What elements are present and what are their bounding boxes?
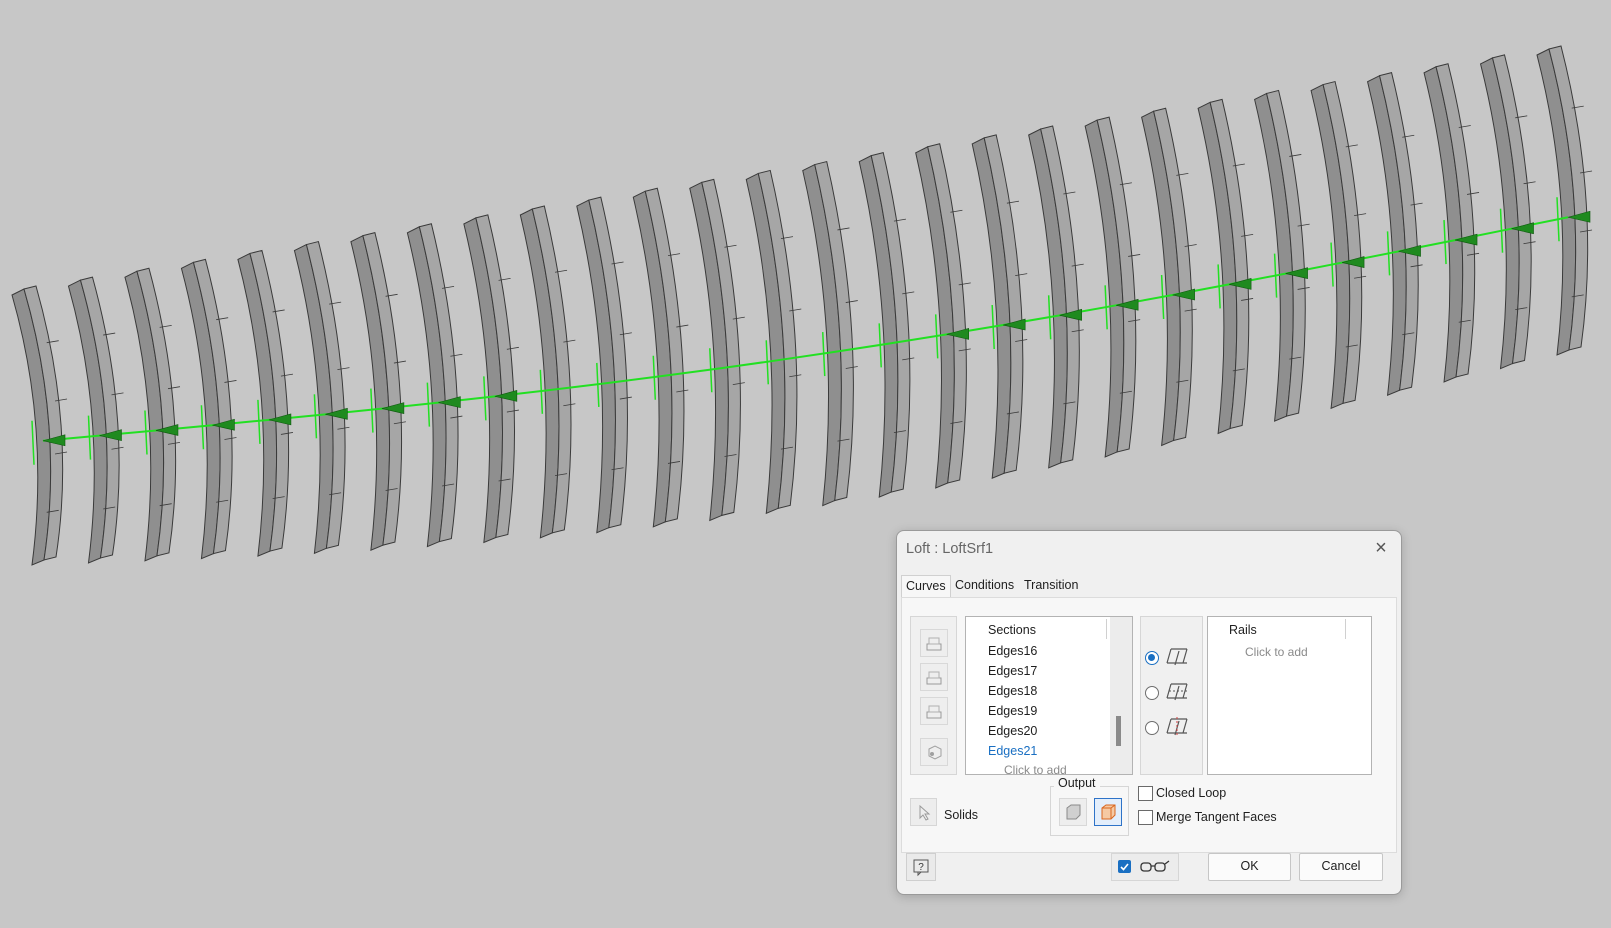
loft-centerline-icon	[1166, 683, 1188, 701]
rails-header: Rails	[1229, 623, 1257, 637]
output-label: Output	[1054, 776, 1100, 790]
loft-area-icon	[1166, 717, 1188, 737]
section-profile[interactable]	[971, 134, 1028, 480]
stack-up-icon	[926, 671, 942, 685]
section-profile[interactable]	[745, 169, 802, 515]
loft-mode-radio-rails[interactable]	[1145, 651, 1159, 665]
section-item[interactable]: Edges18	[988, 684, 1037, 698]
rails-add-hint[interactable]: Click to add	[1245, 645, 1308, 659]
merge-tangent-faces-label: Merge Tangent Faces	[1156, 810, 1277, 824]
section-profile[interactable]	[1536, 45, 1593, 356]
section-profile[interactable]	[858, 152, 915, 498]
section-profile[interactable]	[1310, 80, 1367, 410]
solid-icon	[1066, 804, 1081, 820]
help-icon: ?	[913, 859, 929, 877]
loft-mode-radio-area[interactable]	[1145, 721, 1159, 735]
solids-label: Solids	[944, 808, 979, 822]
loft-dialog: Loft : LoftSrf1 × Curves Conditions Tran…	[896, 530, 1402, 895]
section-profile[interactable]	[576, 196, 632, 534]
tab-conditions[interactable]: Conditions	[951, 575, 1018, 597]
section-profile[interactable]	[1366, 72, 1423, 397]
svg-text:?: ?	[918, 862, 924, 873]
cancel-button[interactable]: Cancel	[1299, 853, 1383, 881]
section-item[interactable]: Edges20	[988, 724, 1037, 738]
section-profile[interactable]	[124, 267, 181, 562]
sections-scrollbar[interactable]	[1110, 617, 1132, 774]
section-profile[interactable]	[1084, 116, 1141, 458]
section-profile[interactable]	[1254, 89, 1310, 422]
cursor-arrow-icon	[919, 804, 931, 821]
sections-scroll-thumb[interactable]	[1116, 716, 1121, 746]
section-profile[interactable]	[237, 249, 294, 557]
section-profile[interactable]	[915, 143, 971, 489]
sections-list[interactable]: Sections Edges16 Edges17 Edges18 Edges19…	[965, 616, 1133, 775]
closed-loop-label: Closed Loop	[1156, 786, 1227, 800]
dialog-title: Loft : LoftSrf1	[906, 541, 994, 557]
solids-select-button[interactable]	[910, 798, 937, 826]
section-profile[interactable]	[1423, 63, 1480, 383]
section-profile[interactable]	[1141, 107, 1197, 447]
section-profile[interactable]	[632, 187, 689, 528]
section-point-button[interactable]	[920, 738, 948, 766]
section-profile[interactable]	[1197, 98, 1254, 435]
ok-button[interactable]: OK	[1208, 853, 1291, 881]
section-profile[interactable]	[406, 223, 463, 548]
section-item[interactable]: Edges19	[988, 704, 1037, 718]
sections-add-hint[interactable]: Click to add	[1004, 763, 1067, 774]
tab-curves[interactable]: Curves	[901, 575, 951, 598]
help-button[interactable]: ?	[906, 853, 936, 881]
section-profile[interactable]	[1028, 125, 1084, 469]
output-solid-button[interactable]	[1059, 798, 1087, 826]
section-move-down-button[interactable]	[920, 697, 948, 725]
section-move-up-button[interactable]	[920, 663, 948, 691]
section-profile[interactable]	[180, 258, 237, 560]
section-item-selected[interactable]: Edges21	[988, 744, 1037, 758]
section-profile[interactable]	[689, 178, 745, 522]
section-profile[interactable]	[67, 276, 124, 564]
preview-checkbox[interactable]	[1118, 860, 1131, 873]
section-profile[interactable]	[293, 240, 350, 555]
section-profile[interactable]	[350, 232, 406, 551]
loft-rails-icon	[1166, 648, 1188, 666]
section-select-button[interactable]	[920, 629, 948, 657]
curves-panel: Sections Edges16 Edges17 Edges18 Edges19…	[901, 597, 1397, 853]
rails-list[interactable]: Rails Click to add	[1207, 616, 1372, 775]
checkmark-icon	[1120, 863, 1129, 871]
section-item[interactable]: Edges17	[988, 664, 1037, 678]
loft-section-profiles[interactable]	[11, 45, 1593, 566]
surface-icon	[1101, 804, 1116, 820]
section-profile[interactable]	[802, 160, 858, 507]
stack-icon	[926, 637, 942, 651]
stack-down-icon	[926, 705, 942, 719]
section-profile[interactable]	[463, 214, 519, 544]
closed-loop-checkbox[interactable]	[1138, 786, 1153, 801]
tab-transition[interactable]: Transition	[1020, 575, 1082, 597]
glasses-icon	[1140, 860, 1170, 872]
section-profile[interactable]	[11, 285, 68, 566]
section-profile[interactable]	[519, 205, 576, 539]
preview-toggle[interactable]	[1111, 853, 1179, 881]
cube-point-icon	[928, 745, 942, 760]
loft-mode-options	[1140, 616, 1203, 775]
section-item[interactable]: Edges16	[988, 644, 1037, 658]
sections-tool-column	[910, 616, 957, 775]
sections-header: Sections	[988, 623, 1036, 637]
close-icon[interactable]: ×	[1371, 538, 1391, 559]
merge-tangent-faces-checkbox[interactable]	[1138, 810, 1153, 825]
output-surface-button[interactable]	[1094, 798, 1122, 826]
loft-mode-radio-centerline[interactable]	[1145, 686, 1159, 700]
section-profile[interactable]	[1479, 54, 1536, 370]
